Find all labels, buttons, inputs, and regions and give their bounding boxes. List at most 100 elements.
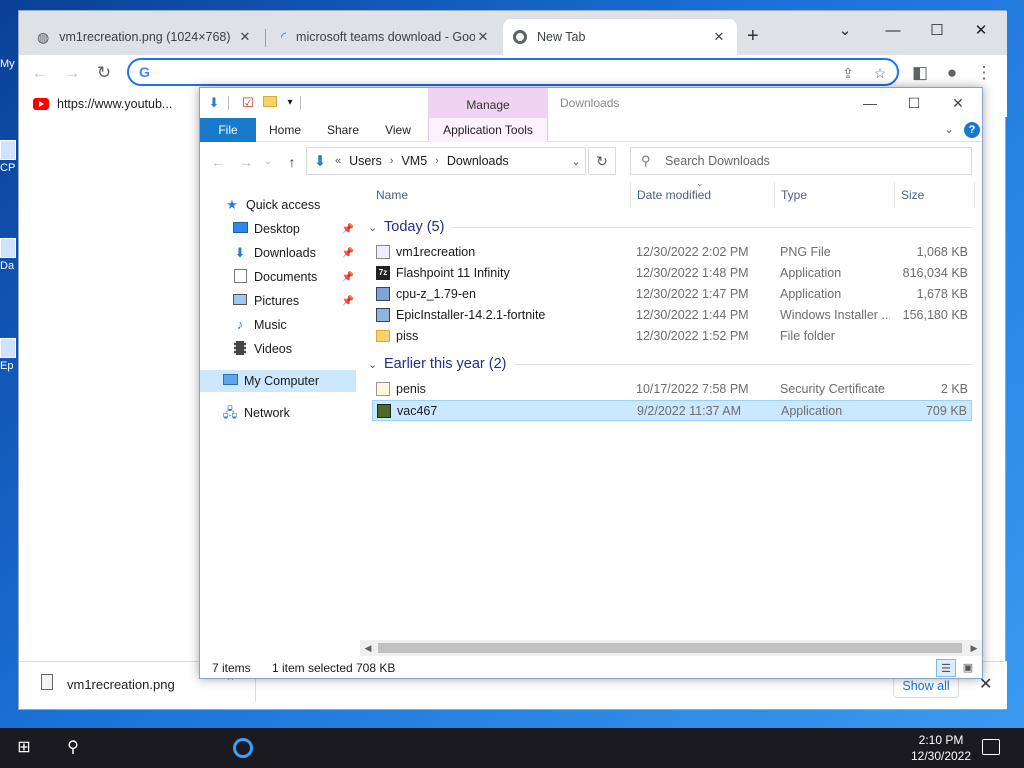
- help-icon[interactable]: ?: [964, 122, 980, 138]
- tab-application-tools[interactable]: Application Tools: [428, 118, 548, 142]
- minimize-button[interactable]: —: [850, 92, 890, 114]
- tab-home[interactable]: Home: [260, 118, 310, 142]
- side-panel-icon[interactable]: ◧: [907, 61, 933, 85]
- large-icons-view-icon[interactable]: ▣: [958, 659, 978, 677]
- maximize-button[interactable]: ☐: [915, 17, 959, 45]
- nav-documents[interactable]: Documents 📌: [200, 266, 356, 288]
- address-bar[interactable]: ⬇ « Users › VM5 › Downloads ⌄: [306, 147, 586, 175]
- search-input[interactable]: [665, 148, 965, 174]
- desktop-icon-my-computer[interactable]: My: [0, 58, 18, 70]
- file-row-selected[interactable]: vac467 9/2/2022 11:37 AM Application 709…: [372, 400, 972, 421]
- refresh-button[interactable]: ↻: [588, 147, 616, 175]
- scroll-right-arrow-icon[interactable]: ▶: [966, 640, 982, 656]
- new-folder-icon[interactable]: [262, 95, 278, 111]
- file-row[interactable]: 7z Flashpoint 11 Infinity 12/30/2022 1:4…: [372, 263, 972, 284]
- file-row[interactable]: penis 10/17/2022 7:58 PM Security Certif…: [372, 379, 972, 400]
- column-divider[interactable]: [974, 182, 975, 208]
- nav-music[interactable]: ♪ Music: [200, 314, 356, 336]
- close-window-button[interactable]: ✕: [959, 17, 1003, 45]
- reload-button[interactable]: ↻: [91, 61, 117, 85]
- menu-kebab-icon[interactable]: ⋮: [971, 61, 997, 85]
- forward-button[interactable]: →: [59, 61, 85, 85]
- desktop-icon-epic[interactable]: Ep: [0, 338, 18, 372]
- tab-vm1recreation[interactable]: ◍ vm1recreation.png (1024×768) ✕: [27, 19, 263, 55]
- pin-icon[interactable]: 📌: [342, 296, 354, 307]
- nav-videos[interactable]: Videos: [200, 338, 356, 360]
- search-icon[interactable]: ⚲: [50, 728, 96, 768]
- file-date: 12/30/2022 1:52 PM: [636, 329, 749, 343]
- tab-file[interactable]: File: [200, 118, 256, 142]
- back-button[interactable]: ←: [27, 61, 53, 85]
- tab-search-chevron-icon[interactable]: ⌄: [823, 17, 867, 45]
- file-row[interactable]: vm1recreation 12/30/2022 2:02 PM PNG Fil…: [372, 242, 972, 263]
- nav-my-computer[interactable]: My Computer: [200, 370, 356, 392]
- omnibox[interactable]: G ⇪ ☆: [127, 58, 899, 86]
- bookmark-star-icon[interactable]: ☆: [869, 62, 891, 84]
- customize-qat-dropdown-icon[interactable]: ▾: [282, 95, 298, 111]
- share-icon[interactable]: ⇪: [837, 62, 859, 84]
- nav-pictures[interactable]: Pictures 📌: [200, 290, 356, 312]
- breadcrumb-downloads[interactable]: Downloads: [447, 154, 509, 168]
- column-divider[interactable]: [774, 182, 775, 208]
- pin-icon[interactable]: 📌: [342, 248, 354, 259]
- nav-downloads[interactable]: ⬇ Downloads 📌: [200, 242, 356, 264]
- desktop-icon-data[interactable]: Da: [0, 238, 18, 272]
- column-type[interactable]: Type: [781, 188, 807, 202]
- close-tab-icon[interactable]: ✕: [711, 29, 727, 45]
- chevron-right-icon[interactable]: ›: [435, 155, 439, 167]
- clock-date[interactable]: 12/30/2022: [908, 749, 974, 763]
- bookmark-youtube[interactable]: https://www.youtub...: [57, 97, 172, 111]
- cortana-icon[interactable]: [233, 738, 253, 758]
- close-tab-icon[interactable]: ✕: [475, 29, 491, 45]
- pictures-icon: [232, 293, 248, 309]
- file-row[interactable]: piss 12/30/2022 1:52 PM File folder: [372, 326, 972, 347]
- scroll-left-arrow-icon[interactable]: ◀: [360, 640, 376, 656]
- recent-locations-chevron-icon[interactable]: ⌄: [258, 152, 278, 172]
- file-row[interactable]: EpicInstaller-14.2.1-fortnite 12/30/2022…: [372, 305, 972, 326]
- nav-quick-access[interactable]: ★ Quick access: [200, 194, 356, 216]
- desktop-icon-cpuz[interactable]: CP: [0, 140, 18, 174]
- scrollbar-thumb[interactable]: [378, 643, 962, 653]
- tab-teams-search[interactable]: ◜ microsoft teams download - Goo ✕: [271, 19, 501, 55]
- tab-view[interactable]: View: [374, 118, 422, 142]
- horizontal-scrollbar[interactable]: ◀ ▶: [360, 640, 982, 656]
- column-size[interactable]: Size: [901, 188, 924, 202]
- search-box[interactable]: ⚲: [630, 147, 972, 175]
- notification-center-icon[interactable]: [982, 739, 1000, 755]
- column-divider[interactable]: [894, 182, 895, 208]
- address-dropdown-icon[interactable]: ⌄: [567, 155, 585, 168]
- column-divider[interactable]: [630, 182, 631, 208]
- details-view-icon[interactable]: ☰: [936, 659, 956, 677]
- tab-share[interactable]: Share: [318, 118, 368, 142]
- clock-time[interactable]: 2:10 PM: [908, 733, 974, 747]
- manage-contextual-tab[interactable]: Manage: [428, 88, 548, 118]
- download-filename[interactable]: vm1recreation.png: [67, 677, 175, 692]
- column-date-modified[interactable]: Date modified: [637, 188, 711, 202]
- close-tab-icon[interactable]: ✕: [237, 29, 253, 45]
- properties-checkmark-icon[interactable]: ☑: [240, 95, 256, 111]
- profile-avatar-icon[interactable]: ●: [939, 61, 965, 85]
- column-name[interactable]: Name: [376, 188, 408, 202]
- nav-network[interactable]: 🖧 Network: [200, 402, 356, 424]
- file-row[interactable]: cpu-z_1.79-en 12/30/2022 1:47 PM Applica…: [372, 284, 972, 305]
- group-header-today[interactable]: ⌄ Today (5): [368, 216, 972, 238]
- pin-icon[interactable]: 📌: [342, 272, 354, 283]
- address-input[interactable]: [163, 62, 823, 82]
- windows-start-icon[interactable]: ⊞: [0, 728, 48, 768]
- back-button[interactable]: ←: [208, 152, 228, 172]
- chevron-right-icon[interactable]: ›: [390, 155, 394, 167]
- minimize-button[interactable]: —: [871, 17, 915, 45]
- tab-new-tab[interactable]: New Tab ✕: [503, 19, 737, 55]
- pin-icon[interactable]: 📌: [342, 224, 354, 235]
- breadcrumb-users[interactable]: Users: [349, 154, 382, 168]
- breadcrumb-vm5[interactable]: VM5: [401, 154, 427, 168]
- new-tab-button[interactable]: +: [747, 25, 759, 48]
- group-header-earlier-this-year[interactable]: ⌄ Earlier this year (2): [368, 353, 972, 375]
- expand-ribbon-chevron-icon[interactable]: ⌄: [944, 122, 954, 136]
- maximize-button[interactable]: ☐: [894, 92, 934, 114]
- up-button[interactable]: ↑: [282, 152, 302, 172]
- close-window-button[interactable]: ✕: [938, 92, 978, 114]
- nav-desktop[interactable]: Desktop 📌: [200, 218, 356, 240]
- forward-button[interactable]: →: [236, 152, 256, 172]
- breadcrumb-overflow[interactable]: «: [335, 155, 341, 167]
